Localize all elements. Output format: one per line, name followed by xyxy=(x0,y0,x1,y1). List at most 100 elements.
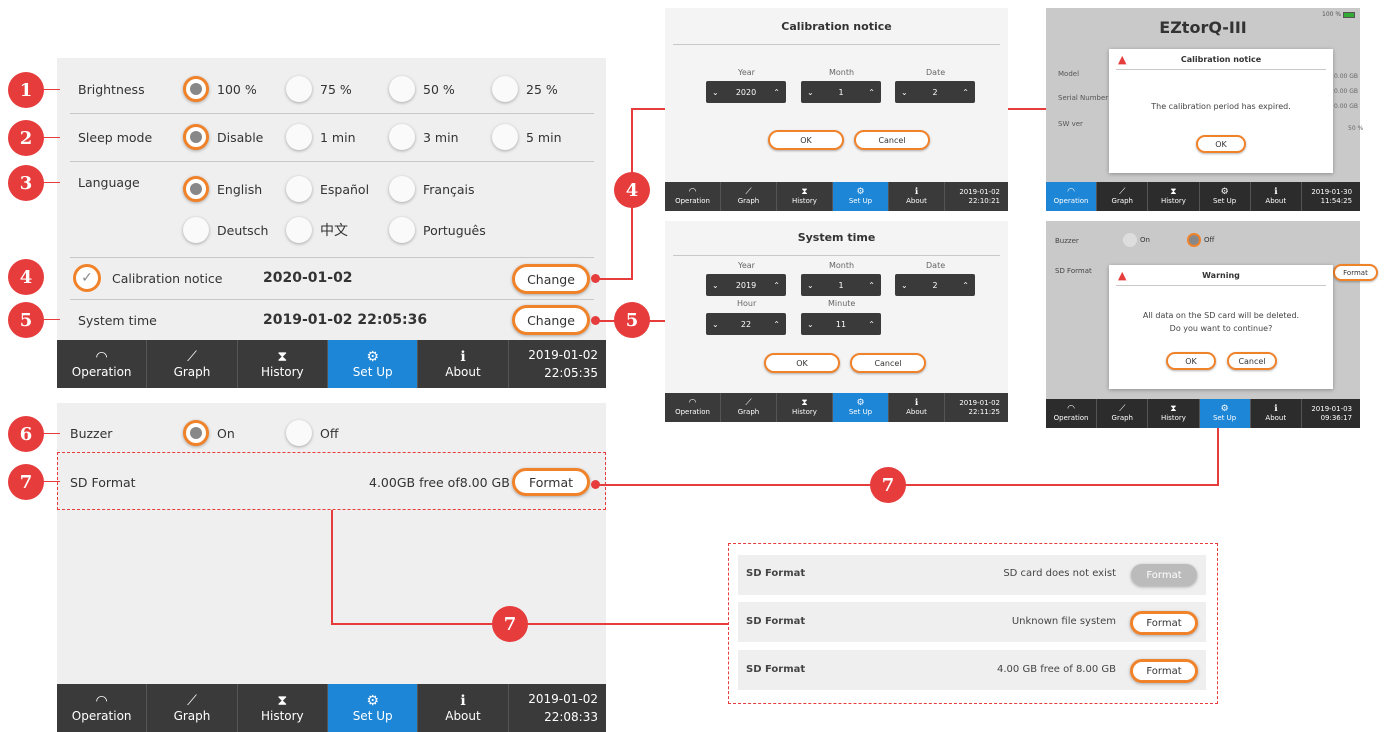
year-spinner[interactable]: ⌄ 2019 ⌃ xyxy=(706,274,786,296)
nav-about[interactable]: ℹ About xyxy=(418,340,509,388)
cancel-button[interactable]: Cancel xyxy=(854,130,930,150)
language-espanol-option[interactable]: Español xyxy=(286,176,369,202)
month-spinner[interactable]: ⌄ 1 ⌃ xyxy=(801,81,881,103)
nav-graph[interactable]: ⟋ Graph xyxy=(147,684,238,732)
nav-operation[interactable]: ◠ Operation xyxy=(665,182,721,211)
chevron-up-icon[interactable]: ⌃ xyxy=(868,281,875,290)
sleep-1min-option[interactable]: 1 min xyxy=(286,124,356,150)
date-spinner[interactable]: ⌄ 2 ⌃ xyxy=(895,81,975,103)
sleep-3min-option[interactable]: 3 min xyxy=(389,124,459,150)
chevron-down-icon[interactable]: ⌄ xyxy=(712,320,719,329)
nav-history[interactable]: ⧗ History xyxy=(238,684,328,732)
format-button[interactable]: Format xyxy=(1333,264,1378,281)
sleep-5min-option[interactable]: 5 min xyxy=(492,124,562,150)
nav-graph[interactable]: ⟋ Graph xyxy=(1097,182,1149,211)
cancel-button[interactable]: Cancel xyxy=(850,353,926,373)
system-time-change-button[interactable]: Change xyxy=(512,305,590,335)
sd-format-button[interactable]: Format xyxy=(1130,659,1198,683)
buzzer-off-option[interactable]: Off xyxy=(286,420,338,446)
gears-icon: ⚙ xyxy=(856,187,865,197)
buzzer-on-option[interactable]: On xyxy=(1123,233,1150,247)
brightness-50-option[interactable]: 50 % xyxy=(389,76,455,102)
language-portugues-option[interactable]: Português xyxy=(389,217,486,243)
nav-history[interactable]: ⧗ History xyxy=(238,340,328,388)
buzzer-label: Buzzer xyxy=(70,426,113,441)
nav-operation[interactable]: ◠ Operation xyxy=(57,684,148,732)
hour-spinner[interactable]: ⌄ 22 ⌃ xyxy=(706,313,786,335)
calibration-change-button[interactable]: Change xyxy=(512,264,590,294)
sleep-disable-option[interactable]: Disable xyxy=(183,124,263,150)
chevron-down-icon[interactable]: ⌄ xyxy=(712,281,719,290)
sd-state-status: SD card does not exist xyxy=(1003,568,1116,579)
language-english-option[interactable]: English xyxy=(183,176,262,202)
nav-history[interactable]: ⧗ History xyxy=(777,182,833,211)
chevron-up-icon[interactable]: ⌃ xyxy=(868,320,875,329)
ok-button[interactable]: OK xyxy=(1196,135,1246,153)
language-francais-option[interactable]: Français xyxy=(389,176,475,202)
nav-setup[interactable]: ⚙ Set Up xyxy=(1200,182,1251,211)
step-badge-6: 6 xyxy=(8,416,44,452)
month-spinner[interactable]: ⌄ 1 ⌃ xyxy=(801,274,881,296)
language-deutsch-option[interactable]: Deutsch xyxy=(183,217,268,243)
year-spinner[interactable]: ⌄ 2020 ⌃ xyxy=(706,81,786,103)
ok-button[interactable]: OK xyxy=(1166,352,1216,370)
chevron-down-icon[interactable]: ⌄ xyxy=(901,88,908,97)
chevron-down-icon[interactable]: ⌄ xyxy=(807,320,814,329)
nav-history[interactable]: ⧗ History xyxy=(777,393,833,422)
battery-icon xyxy=(1343,11,1356,18)
nav-graph[interactable]: ⟋ Graph xyxy=(147,340,238,388)
divider xyxy=(70,113,594,114)
nav-graph[interactable]: ⟋ Graph xyxy=(721,182,777,211)
chevron-down-icon[interactable]: ⌄ xyxy=(712,88,719,97)
nav-clock: 2019-01-30 11:54:25 xyxy=(1311,187,1353,205)
sd-format-button-disabled[interactable]: Format xyxy=(1131,564,1197,586)
chevron-up-icon[interactable]: ⌃ xyxy=(962,88,969,97)
nav-about[interactable]: ℹ About xyxy=(1251,399,1302,428)
brightness-25-option[interactable]: 25 % xyxy=(492,76,558,102)
nav-setup[interactable]: ⚙ Set Up xyxy=(327,340,419,388)
chevron-up-icon[interactable]: ⌃ xyxy=(773,320,780,329)
nav-about[interactable]: ℹ About xyxy=(418,684,509,732)
brightness-100-option[interactable]: 100 % xyxy=(183,76,257,102)
chevron-down-icon[interactable]: ⌄ xyxy=(901,281,908,290)
buzzer-off-option[interactable]: Off xyxy=(1187,233,1214,247)
date-spinner[interactable]: ⌄ 2 ⌃ xyxy=(895,274,975,296)
sd-format-button[interactable]: Format xyxy=(512,468,590,496)
nav-operation[interactable]: ◠ Operation xyxy=(57,340,148,388)
brightness-75-option[interactable]: 75 % xyxy=(286,76,352,102)
nav-setup[interactable]: ⚙ Set Up xyxy=(833,393,889,422)
nav-history[interactable]: ⧗ History xyxy=(1148,399,1200,428)
minute-spinner[interactable]: ⌄ 11 ⌃ xyxy=(801,313,881,335)
language-chinese-option[interactable]: 中文 xyxy=(286,217,348,243)
sd-format-button[interactable]: Format xyxy=(1130,611,1198,635)
ok-button[interactable]: OK xyxy=(764,353,840,373)
nav-setup[interactable]: ⚙ Set Up xyxy=(1199,399,1251,428)
nav-history[interactable]: ⧗ History xyxy=(1148,182,1200,211)
chevron-down-icon[interactable]: ⌄ xyxy=(807,88,814,97)
chevron-up-icon[interactable]: ⌃ xyxy=(773,281,780,290)
nav-about[interactable]: ℹ About xyxy=(1251,182,1302,211)
nav-clock: 2019-01-02 22:10:21 xyxy=(959,187,1000,205)
nav-operation[interactable]: ◠ Operation xyxy=(1046,182,1098,211)
nav-about[interactable]: ℹ About xyxy=(889,393,945,422)
chevron-up-icon[interactable]: ⌃ xyxy=(868,88,875,97)
nav-operation[interactable]: ◠ Operation xyxy=(665,393,721,422)
gauge-icon: ◠ xyxy=(95,693,108,709)
nav-setup[interactable]: ⚙ Set Up xyxy=(327,684,419,732)
nav-operation[interactable]: ◠ Operation xyxy=(1046,399,1098,428)
nav-setup[interactable]: ⚙ Set Up xyxy=(833,182,889,211)
cancel-button[interactable]: Cancel xyxy=(1227,352,1277,370)
nav-graph[interactable]: ⟋ Graph xyxy=(721,393,777,422)
chevron-up-icon[interactable]: ⌃ xyxy=(962,281,969,290)
radio-icon xyxy=(389,176,415,202)
ok-button[interactable]: OK xyxy=(768,130,844,150)
chevron-down-icon[interactable]: ⌄ xyxy=(807,281,814,290)
calibration-checkbox[interactable]: ✓ xyxy=(73,264,101,292)
nav-graph[interactable]: ⟋ Graph xyxy=(1097,399,1149,428)
radio-icon xyxy=(389,76,415,102)
nav-about[interactable]: ℹ About xyxy=(889,182,945,211)
storage-value: 0.00 GB xyxy=(1334,73,1359,80)
buzzer-on-option[interactable]: On xyxy=(183,420,235,446)
hourglass-icon: ⧗ xyxy=(1170,187,1177,197)
chevron-up-icon[interactable]: ⌃ xyxy=(773,88,780,97)
